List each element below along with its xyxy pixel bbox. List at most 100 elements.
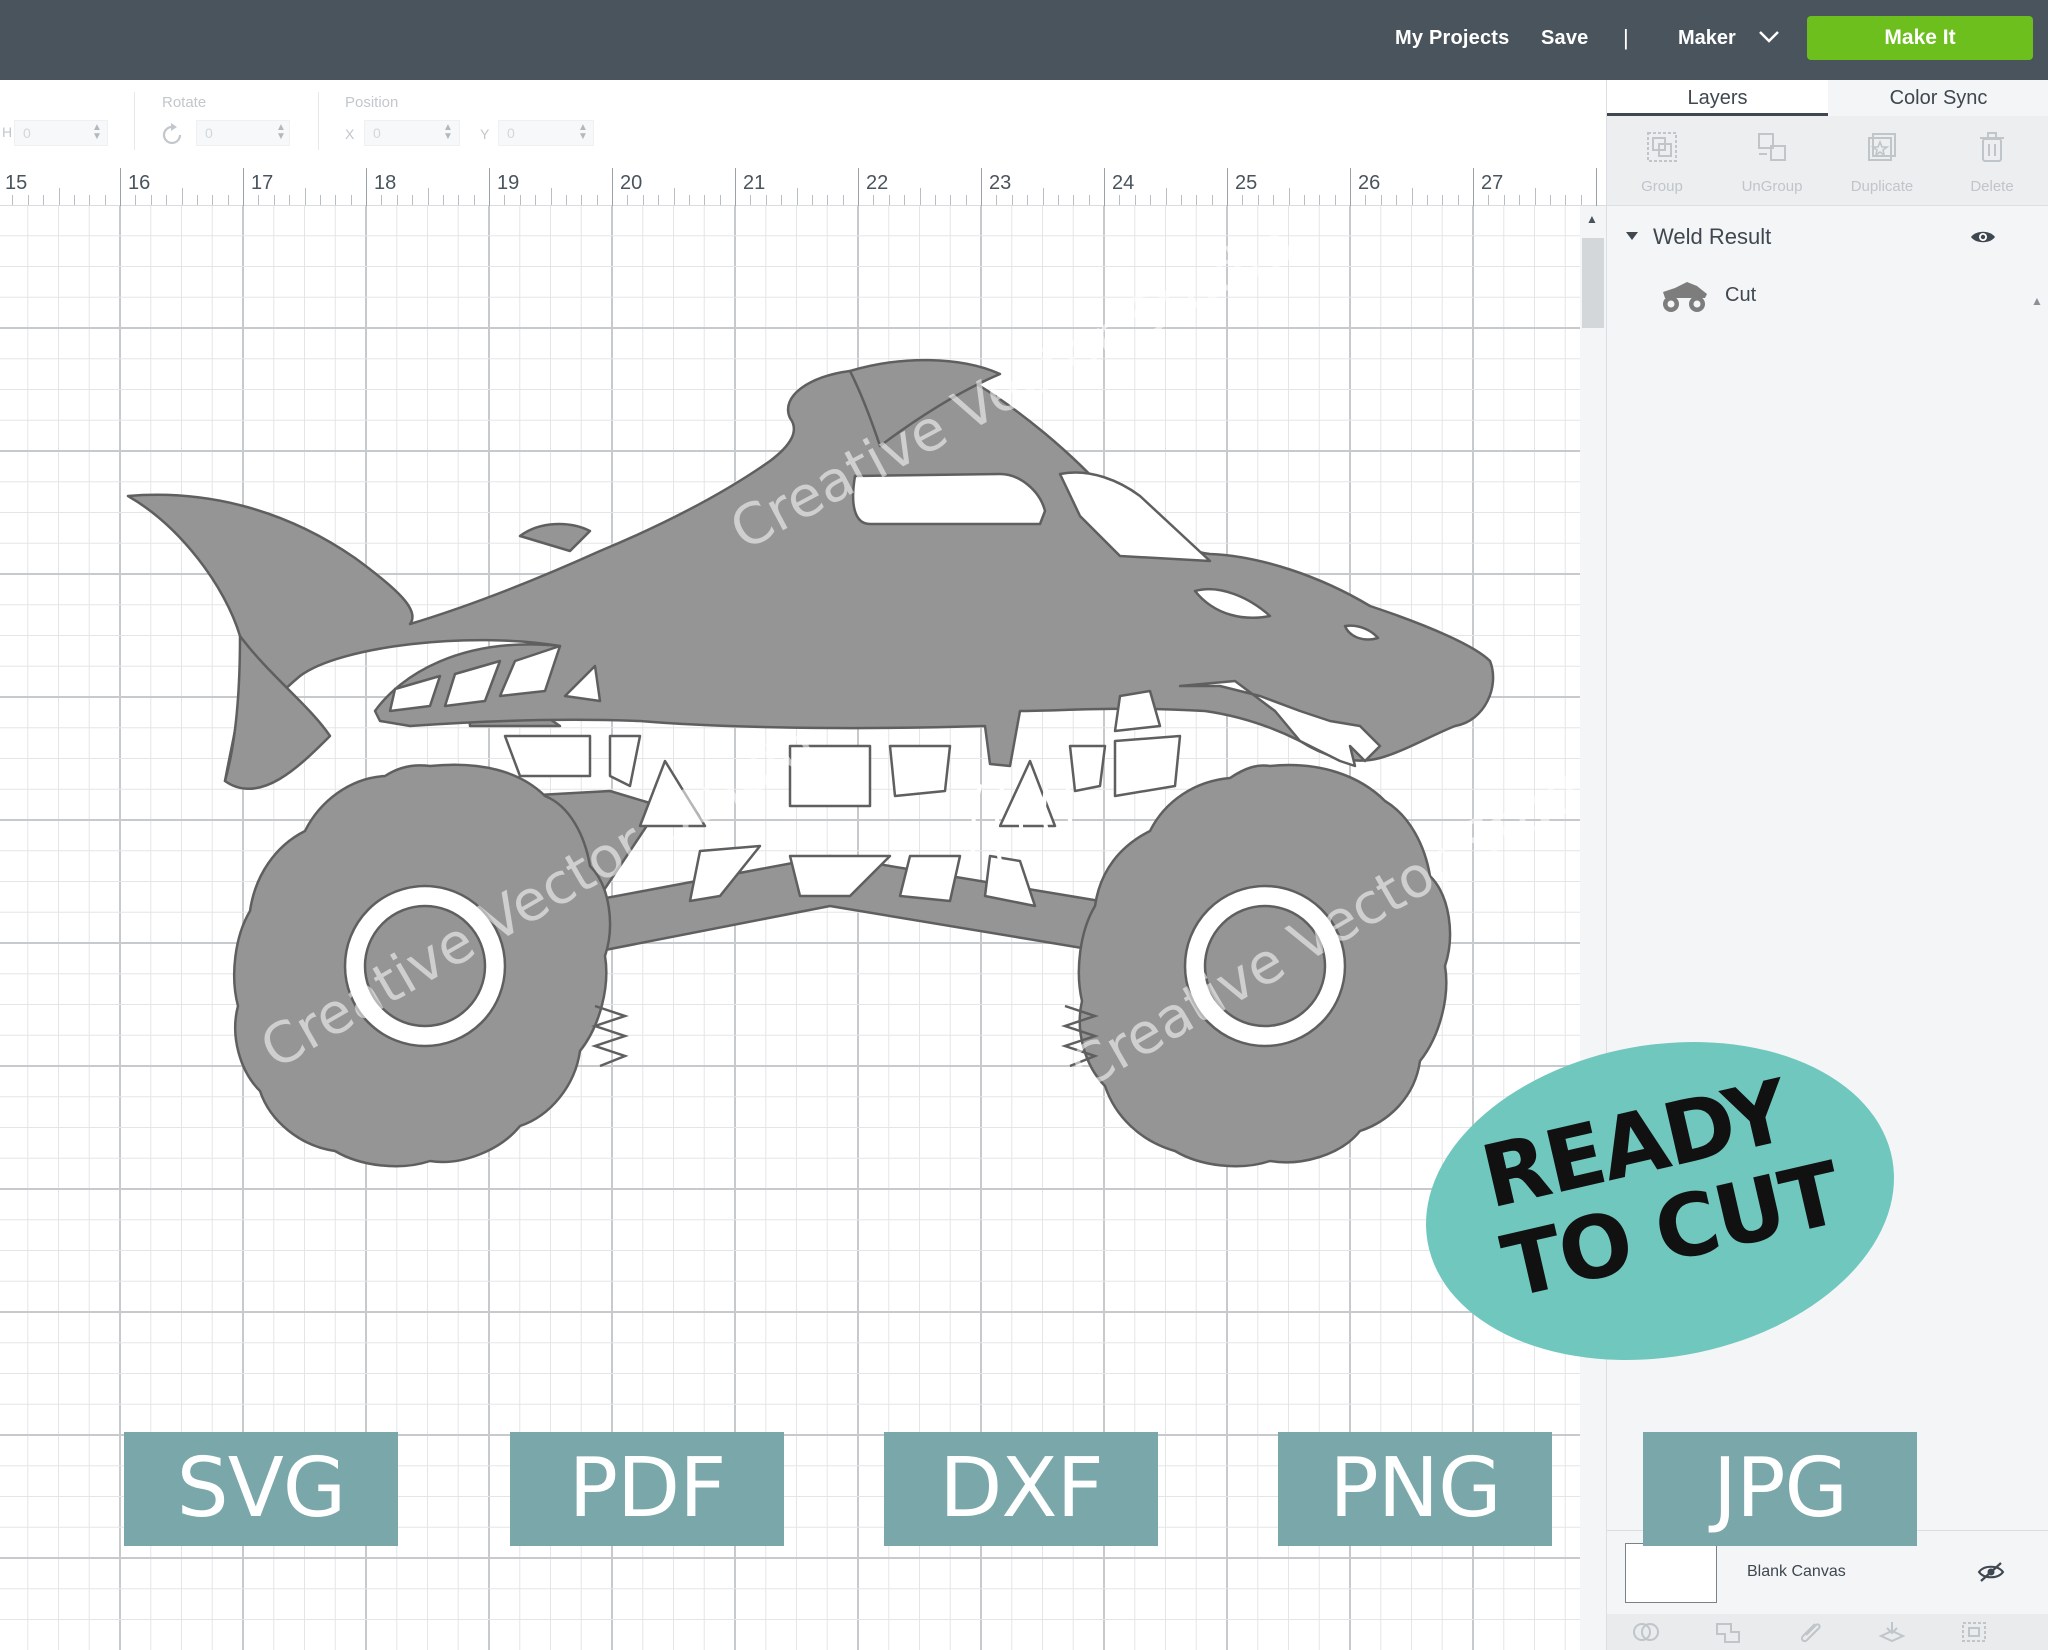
ruler-minor-tick [673, 188, 675, 205]
hidden-eye-icon[interactable] [1977, 1561, 2005, 1583]
frame-cutout [608, 734, 642, 788]
make-it-button[interactable]: Make It [1807, 16, 2033, 60]
position-y-stepper-icon[interactable]: ▲ ▼ [578, 123, 588, 142]
delete-label: Delete [1970, 178, 2014, 195]
ruler-minor-tick [1519, 195, 1521, 205]
ruler-minor-tick [1457, 195, 1459, 205]
canvas-scrollbar[interactable]: ▲ [1580, 206, 1606, 1650]
ruler-minor-tick [1534, 188, 1536, 205]
toolbar-divider [318, 92, 319, 150]
ruler-minor-tick [150, 195, 152, 205]
ruler-minor-tick [765, 195, 767, 205]
ruler-major-tick [1227, 168, 1228, 206]
ruler-minor-tick [827, 195, 829, 205]
ruler-minor-tick [166, 195, 168, 205]
ruler-number: 25 [1235, 172, 1258, 194]
frame-cutout [1068, 744, 1107, 793]
ruler-minor-tick [1057, 195, 1059, 205]
format-badge-png: PNG [1278, 1432, 1552, 1546]
canvas-color-swatch[interactable] [1625, 1543, 1717, 1603]
ruler-number: 18 [374, 172, 397, 194]
ruler-major-tick [366, 168, 367, 206]
format-badge-pdf: PDF [510, 1432, 784, 1546]
ruler-major-tick [735, 168, 736, 206]
ruler-minor-tick [704, 195, 706, 205]
ruler-minor-tick [73, 195, 75, 205]
tab-layers[interactable]: Layers [1607, 80, 1828, 116]
chevron-down-icon [1759, 31, 1779, 43]
position-x-label: X [345, 126, 355, 142]
ruler-minor-tick [919, 188, 921, 205]
ruler-minor-tick [1426, 195, 1428, 205]
machine-selector[interactable]: Maker [1678, 22, 1779, 54]
ruler-minor-tick [688, 195, 690, 205]
frame-cutout [898, 854, 962, 903]
ungroup-button[interactable]: UnGroup [1717, 116, 1827, 206]
ruler-minor-tick [458, 195, 460, 205]
panel-scroll-up-icon[interactable]: ▲ [2031, 294, 2043, 308]
duplicate-button[interactable]: Duplicate [1827, 116, 1937, 206]
size-h-label: H [2, 124, 13, 140]
edit-toolbar: H 0 ▲ ▼ Rotate 0 ▲ ▼ Position X 0 ▲ ▼ Y 0 ▲… [0, 80, 1606, 168]
duplicate-label: Duplicate [1850, 178, 1914, 195]
ruler-minor-tick [750, 195, 752, 205]
ruler-minor-tick [550, 188, 552, 205]
size-h-stepper-icon[interactable]: ▲ ▼ [92, 123, 102, 142]
save-button[interactable]: Save [1541, 22, 1589, 54]
visibility-eye-icon[interactable] [1969, 228, 1997, 246]
topbar-separator: | [1623, 25, 1629, 50]
flatten-icon[interactable] [1877, 1620, 1907, 1644]
ruler-minor-tick [565, 195, 567, 205]
ruler-minor-tick [965, 195, 967, 205]
ruler-minor-tick [427, 188, 429, 205]
layer-item-row[interactable]: Cut [1607, 270, 2017, 330]
ungroup-icon [1758, 133, 1786, 161]
my-projects-link[interactable]: My Projects [1395, 22, 1509, 54]
ruler-minor-tick [796, 188, 798, 205]
attach-icon[interactable] [1795, 1620, 1825, 1644]
tab-color-sync[interactable]: Color Sync [1828, 80, 2048, 116]
ruler-minor-tick [719, 195, 721, 205]
ruler-minor-tick [934, 195, 936, 205]
ruler-number: 22 [866, 172, 889, 194]
ruler-minor-tick [1011, 195, 1013, 205]
design-space-app: My Projects Save | Maker Make It H 0 ▲ ▼ … [0, 0, 2048, 1650]
ruler-minor-tick [289, 195, 291, 205]
machine-label: Maker [1678, 27, 1736, 49]
ruler-minor-tick [1211, 195, 1213, 205]
delete-button[interactable]: Delete [1937, 116, 2047, 206]
ruler-minor-tick [1411, 188, 1413, 205]
layer-group-row[interactable]: Weld Result [1607, 216, 2017, 258]
frame-cutout [888, 744, 952, 798]
ruler-number: 20 [620, 172, 643, 194]
scrollbar-thumb[interactable] [1582, 238, 1604, 328]
delete-icon [1980, 132, 2004, 162]
ruler-minor-tick [104, 195, 106, 205]
contour-icon[interactable] [1959, 1620, 1989, 1644]
blank-canvas-label: Blank Canvas [1747, 1563, 1846, 1580]
position-y-label: Y [480, 126, 490, 142]
expand-caret-icon[interactable] [1625, 230, 1639, 242]
group-button[interactable]: Group [1607, 116, 1717, 206]
slice-icon[interactable] [1631, 1620, 1661, 1644]
rotate-stepper-icon[interactable]: ▲ ▼ [276, 123, 286, 142]
position-x-stepper-icon[interactable]: ▲ ▼ [443, 123, 453, 142]
ruler-major-tick [1350, 168, 1351, 206]
ruler-number: 16 [128, 172, 151, 194]
ruler-minor-tick [58, 188, 60, 205]
ruler-minor-tick [1042, 188, 1044, 205]
ruler-minor-tick [1488, 195, 1490, 205]
frame-cutout [1113, 734, 1182, 798]
ruler-minor-tick [1580, 195, 1582, 205]
panel-scrollbar[interactable]: ▲ ▼ [2025, 206, 2048, 1640]
ruler-minor-tick [442, 195, 444, 205]
duplicate-icon [1868, 133, 1896, 161]
weld-icon[interactable] [1713, 1620, 1743, 1644]
position-label: Position [345, 94, 399, 111]
ruler-minor-tick [1396, 195, 1398, 205]
ruler-minor-tick [596, 195, 598, 205]
ruler-minor-tick [1380, 195, 1382, 205]
scroll-up-icon[interactable]: ▲ [1586, 212, 1598, 226]
ruler-minor-tick [396, 195, 398, 205]
ruler-number: 21 [743, 172, 766, 194]
